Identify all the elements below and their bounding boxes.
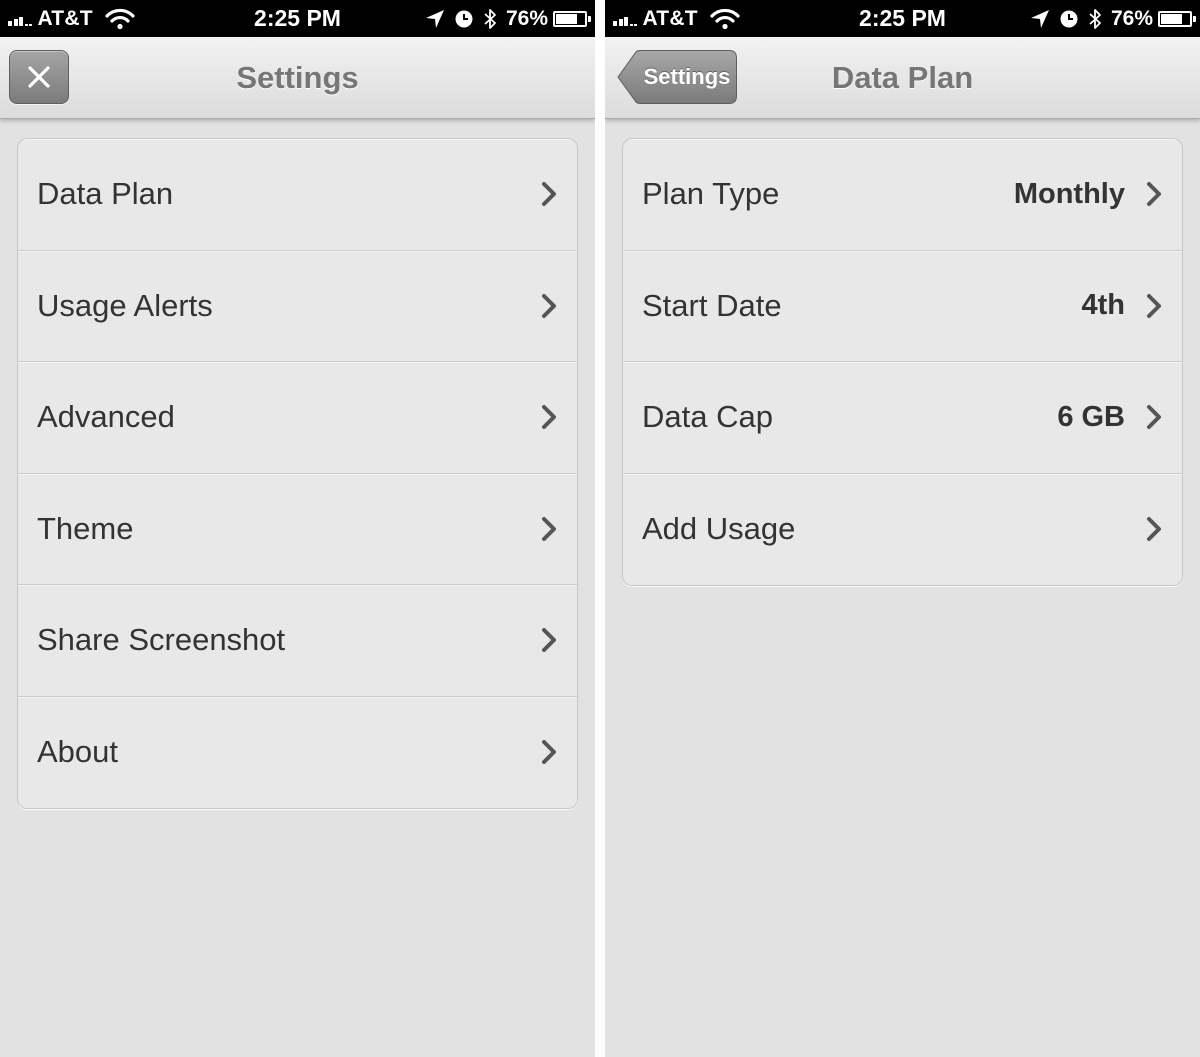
battery-percent: 76% [1110, 6, 1153, 30]
list-item-value: Monthly [1013, 177, 1125, 210]
chevron-right-icon [1147, 293, 1161, 318]
bluetooth-icon [1088, 7, 1102, 31]
chevron-right-icon [542, 628, 556, 653]
status-bar: AT&T 2:25 PM 76% [0, 0, 595, 37]
list-item-label: Theme [37, 510, 134, 546]
battery-percent: 76% [505, 6, 548, 30]
chevron-right-icon [542, 182, 556, 207]
page-title: Settings [236, 60, 359, 95]
list-item-label: Data Cap [642, 399, 773, 435]
list-item-about[interactable]: About [18, 697, 577, 809]
list-item-start-date[interactable]: Start Date 4th [623, 251, 1182, 362]
list-item-label: Advanced [37, 399, 175, 435]
data-plan-list: Plan Type Monthly Start Date 4th Data Ca… [622, 138, 1183, 586]
nav-bar: Settings [0, 37, 595, 119]
nav-bar: Data Plan Settings [605, 37, 1200, 119]
list-item-value: 4th [1081, 289, 1126, 322]
list-item-usage-alerts[interactable]: Usage Alerts [18, 251, 577, 362]
list-item-share-screenshot[interactable]: Share Screenshot [18, 585, 577, 697]
location-arrow-icon [1030, 9, 1050, 29]
list-item-label: Data Plan [37, 176, 174, 212]
location-arrow-icon [425, 9, 445, 29]
data-plan-screen: AT&T 2:25 PM 76% Data Plan Settings Plan… [605, 0, 1200, 1057]
close-button[interactable] [9, 50, 69, 104]
carrier-name: AT&T [37, 6, 93, 30]
back-button[interactable]: Settings [617, 50, 737, 104]
list-item-advanced[interactable]: Advanced [18, 362, 577, 474]
battery-icon [1158, 10, 1196, 27]
list-item-plan-type[interactable]: Plan Type Monthly [623, 139, 1182, 251]
chevron-right-icon [1147, 405, 1161, 430]
battery-icon [553, 10, 591, 27]
chevron-right-icon [1147, 182, 1161, 207]
chevron-right-icon [542, 740, 556, 765]
settings-list: Data Plan Usage Alerts Advanced Theme Sh… [17, 138, 578, 809]
status-bar: AT&T 2:25 PM 76% [605, 0, 1200, 37]
chevron-right-icon [542, 405, 556, 430]
list-item-theme[interactable]: Theme [18, 474, 577, 585]
list-item-data-plan[interactable]: Data Plan [18, 139, 577, 251]
list-item-label: Usage Alerts [37, 287, 213, 323]
wifi-icon [710, 8, 740, 30]
alarm-clock-icon [1059, 9, 1079, 29]
list-item-label: Start Date [642, 287, 782, 323]
close-icon [28, 66, 50, 88]
list-item-label: Share Screenshot [37, 622, 286, 658]
signal-icon [613, 12, 639, 26]
list-item-value: 6 GB [1057, 400, 1125, 433]
alarm-clock-icon [454, 9, 474, 29]
list-item-add-usage[interactable]: Add Usage [623, 474, 1182, 586]
settings-screen: AT&T 2:25 PM 76% Settings Data Plan Usag… [0, 0, 595, 1057]
wifi-icon [105, 8, 135, 30]
signal-icon [8, 12, 34, 26]
list-item-label: About [37, 734, 119, 770]
carrier-name: AT&T [642, 6, 698, 30]
chevron-right-icon [542, 293, 556, 318]
chevron-right-icon [542, 516, 556, 541]
chevron-right-icon [1147, 517, 1161, 542]
list-item-data-cap[interactable]: Data Cap 6 GB [623, 362, 1182, 474]
list-item-label: Add Usage [642, 511, 796, 547]
list-item-label: Plan Type [642, 176, 780, 212]
bluetooth-icon [483, 7, 497, 31]
back-button-label: Settings [643, 64, 731, 89]
